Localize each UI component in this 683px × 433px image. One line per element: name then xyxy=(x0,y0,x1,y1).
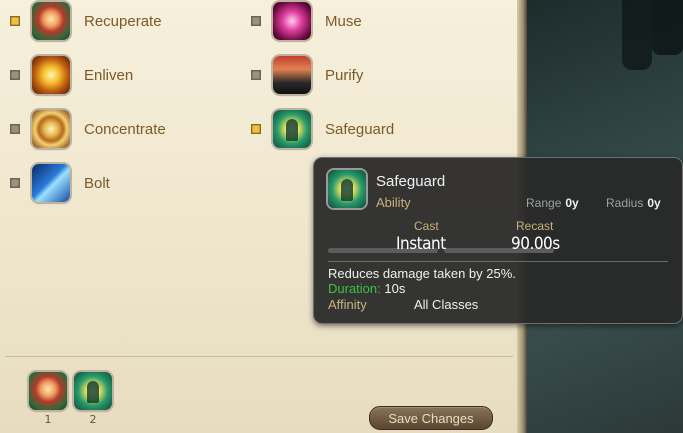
action-row-muse[interactable]: Muse xyxy=(251,2,362,40)
action-label: Enliven xyxy=(84,66,134,84)
action-row-concentrate[interactable]: Concentrate xyxy=(10,110,166,148)
purify-icon[interactable] xyxy=(273,56,311,94)
recast-label: Recast xyxy=(516,219,554,233)
affinity-label: Affinity xyxy=(328,297,367,312)
save-changes-button[interactable]: Save Changes xyxy=(369,406,493,430)
hotbar-slot-2[interactable]: 2 xyxy=(73,372,113,426)
tooltip-range: Range 0y xyxy=(526,196,579,210)
action-label: Bolt xyxy=(84,174,110,192)
action-row-bolt[interactable]: Bolt xyxy=(10,164,110,202)
action-label: Safeguard xyxy=(325,120,395,138)
recuperate-icon[interactable] xyxy=(29,372,67,410)
slot-number: 2 xyxy=(89,413,97,426)
recuperate-icon[interactable] xyxy=(32,2,70,40)
checkbox[interactable] xyxy=(10,178,20,188)
tooltip-type: Ability xyxy=(376,195,411,210)
tooltip-duration: Duration: 10s xyxy=(328,281,405,296)
action-label: Purify xyxy=(325,66,364,84)
bolt-icon[interactable] xyxy=(32,164,70,202)
affinity-value: All Classes xyxy=(414,297,479,312)
range-value: 0y xyxy=(565,196,579,210)
figure-glyph xyxy=(87,381,99,403)
figure-glyph xyxy=(341,179,353,201)
recast-value: 90.00s xyxy=(511,234,560,254)
tooltip-separator xyxy=(328,261,668,262)
scene-figure xyxy=(622,0,652,70)
checkbox[interactable] xyxy=(251,70,261,80)
tooltip-description: Reduces damage taken by 25%. xyxy=(328,266,516,281)
slot-number: 1 xyxy=(44,413,52,426)
action-tooltip: Safeguard Ability Range 0y Radius 0y Cast … xyxy=(313,157,683,324)
tooltip-radius: Radius 0y xyxy=(606,196,661,210)
action-row-purify[interactable]: Purify xyxy=(251,56,364,94)
safeguard-icon[interactable] xyxy=(74,372,112,410)
action-label: Concentrate xyxy=(84,120,166,138)
divider xyxy=(5,356,513,357)
action-row-safeguard[interactable]: Safeguard xyxy=(251,110,395,148)
radius-value: 0y xyxy=(647,196,661,210)
checkbox[interactable] xyxy=(10,16,20,26)
cast-label: Cast xyxy=(414,219,439,233)
checkbox[interactable] xyxy=(10,124,20,134)
duration-label: Duration: xyxy=(328,281,381,296)
safeguard-icon xyxy=(328,170,366,208)
checkbox[interactable] xyxy=(251,16,261,26)
range-label: Range xyxy=(526,196,562,210)
radius-label: Radius xyxy=(606,196,644,210)
concentrate-icon[interactable] xyxy=(32,110,70,148)
safeguard-icon[interactable] xyxy=(273,110,311,148)
checkbox[interactable] xyxy=(251,124,261,134)
action-label: Muse xyxy=(325,12,362,30)
hotbar-slot-1[interactable]: 1 xyxy=(28,372,68,426)
cast-value: Instant xyxy=(396,234,446,254)
scene-figure xyxy=(652,0,683,55)
enliven-icon[interactable] xyxy=(32,56,70,94)
checkbox[interactable] xyxy=(10,70,20,80)
tooltip-title: Safeguard xyxy=(376,173,446,190)
muse-icon[interactable] xyxy=(273,2,311,40)
action-row-recuperate[interactable]: Recuperate xyxy=(10,2,162,40)
duration-value: 10s xyxy=(384,281,406,296)
action-label: Recuperate xyxy=(84,12,162,30)
action-row-enliven[interactable]: Enliven xyxy=(10,56,134,94)
figure-glyph xyxy=(286,119,298,141)
